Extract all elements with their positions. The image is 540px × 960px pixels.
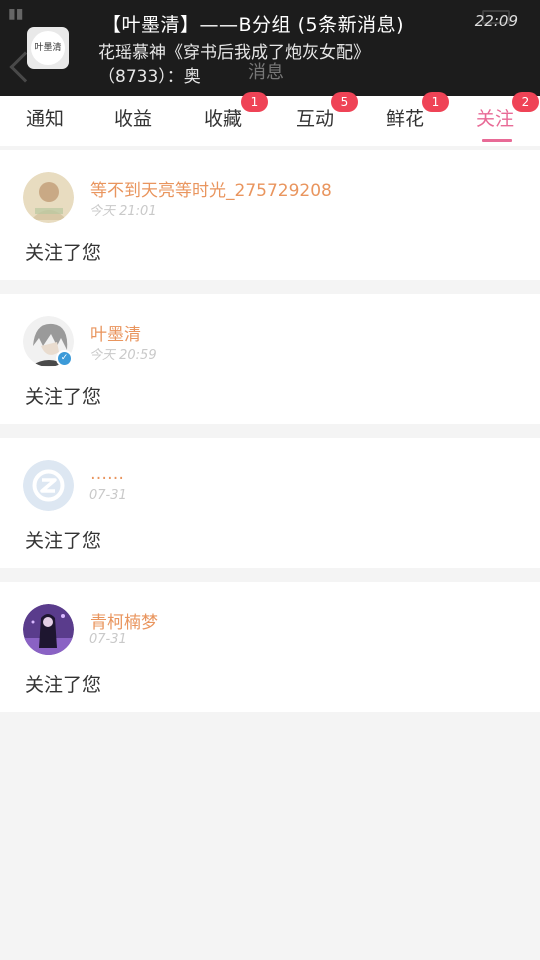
notification-time: 22:09 bbox=[474, 12, 518, 30]
action-text: 关注了您 bbox=[25, 530, 102, 552]
timestamp: 今天 20:59 bbox=[89, 348, 157, 363]
count-badge: 5 bbox=[331, 92, 358, 112]
tab-label: 收藏 bbox=[203, 108, 242, 130]
tab-label: 通知 bbox=[25, 108, 64, 130]
notification-line-1: 花瑶慕神《穿书后我成了炮灰女配》 bbox=[98, 43, 370, 63]
list-item[interactable]: ✓ 叶墨清 今天 20:59 关注了您 bbox=[0, 294, 540, 424]
count-badge: 2 bbox=[512, 92, 539, 112]
username[interactable]: 青柯楠梦 bbox=[90, 608, 158, 633]
notification-banner[interactable]: ▮▮ 消息 叶墨清 【叶墨清】——B分组 (5条新消息) 22:09 花瑶慕神《… bbox=[0, 0, 540, 96]
active-tab-indicator bbox=[482, 139, 512, 142]
notification-title: 【叶墨清】——B分组 (5条新消息) bbox=[102, 14, 404, 36]
timestamp: 07-31 bbox=[89, 632, 127, 647]
username[interactable]: 等不到天亮等时光_275729208 bbox=[90, 176, 332, 201]
timestamp: 07-31 bbox=[89, 488, 127, 503]
tab-label: 鲜花 bbox=[385, 108, 424, 130]
app-icon-logo: 叶墨清 bbox=[31, 31, 65, 65]
tab-interaction[interactable]: 互动 5 bbox=[270, 92, 360, 146]
notification-line-2: （8733）：奥 bbox=[98, 67, 201, 87]
timestamp: 今天 21:01 bbox=[89, 204, 157, 219]
list-item[interactable]: 青柯楠梦 07-31 关注了您 bbox=[0, 582, 540, 712]
app-icon: 叶墨清 bbox=[27, 27, 69, 69]
action-text: 关注了您 bbox=[25, 674, 102, 696]
tab-label: 互动 bbox=[295, 108, 334, 130]
tab-bar: 通知 收益 收藏 1 互动 5 鲜花 1 关注 2 bbox=[0, 92, 540, 146]
username[interactable]: 叶墨清 bbox=[90, 320, 141, 345]
verified-icon: ✓ bbox=[56, 350, 73, 367]
tab-earnings[interactable]: 收益 bbox=[88, 96, 178, 146]
tab-flowers[interactable]: 鲜花 1 bbox=[360, 92, 450, 146]
avatar[interactable] bbox=[23, 604, 74, 655]
count-badge: 1 bbox=[241, 92, 268, 112]
list-item[interactable]: …… 07-31 关注了您 bbox=[0, 438, 540, 568]
tab-favorites[interactable]: 收藏 1 bbox=[178, 92, 268, 146]
action-text: 关注了您 bbox=[25, 386, 102, 408]
avatar[interactable] bbox=[23, 172, 74, 223]
username[interactable]: …… bbox=[90, 464, 124, 484]
count-badge: 1 bbox=[422, 92, 449, 112]
tab-label: 关注 bbox=[475, 108, 514, 130]
action-text: 关注了您 bbox=[25, 242, 102, 264]
tab-label: 收益 bbox=[113, 108, 152, 130]
signal-icon: ▮▮ bbox=[8, 6, 24, 22]
default-avatar-icon[interactable] bbox=[23, 460, 74, 511]
list-item[interactable]: 等不到天亮等时光_275729208 今天 21:01 关注了您 bbox=[0, 150, 540, 280]
tab-notice[interactable]: 通知 bbox=[0, 96, 90, 146]
